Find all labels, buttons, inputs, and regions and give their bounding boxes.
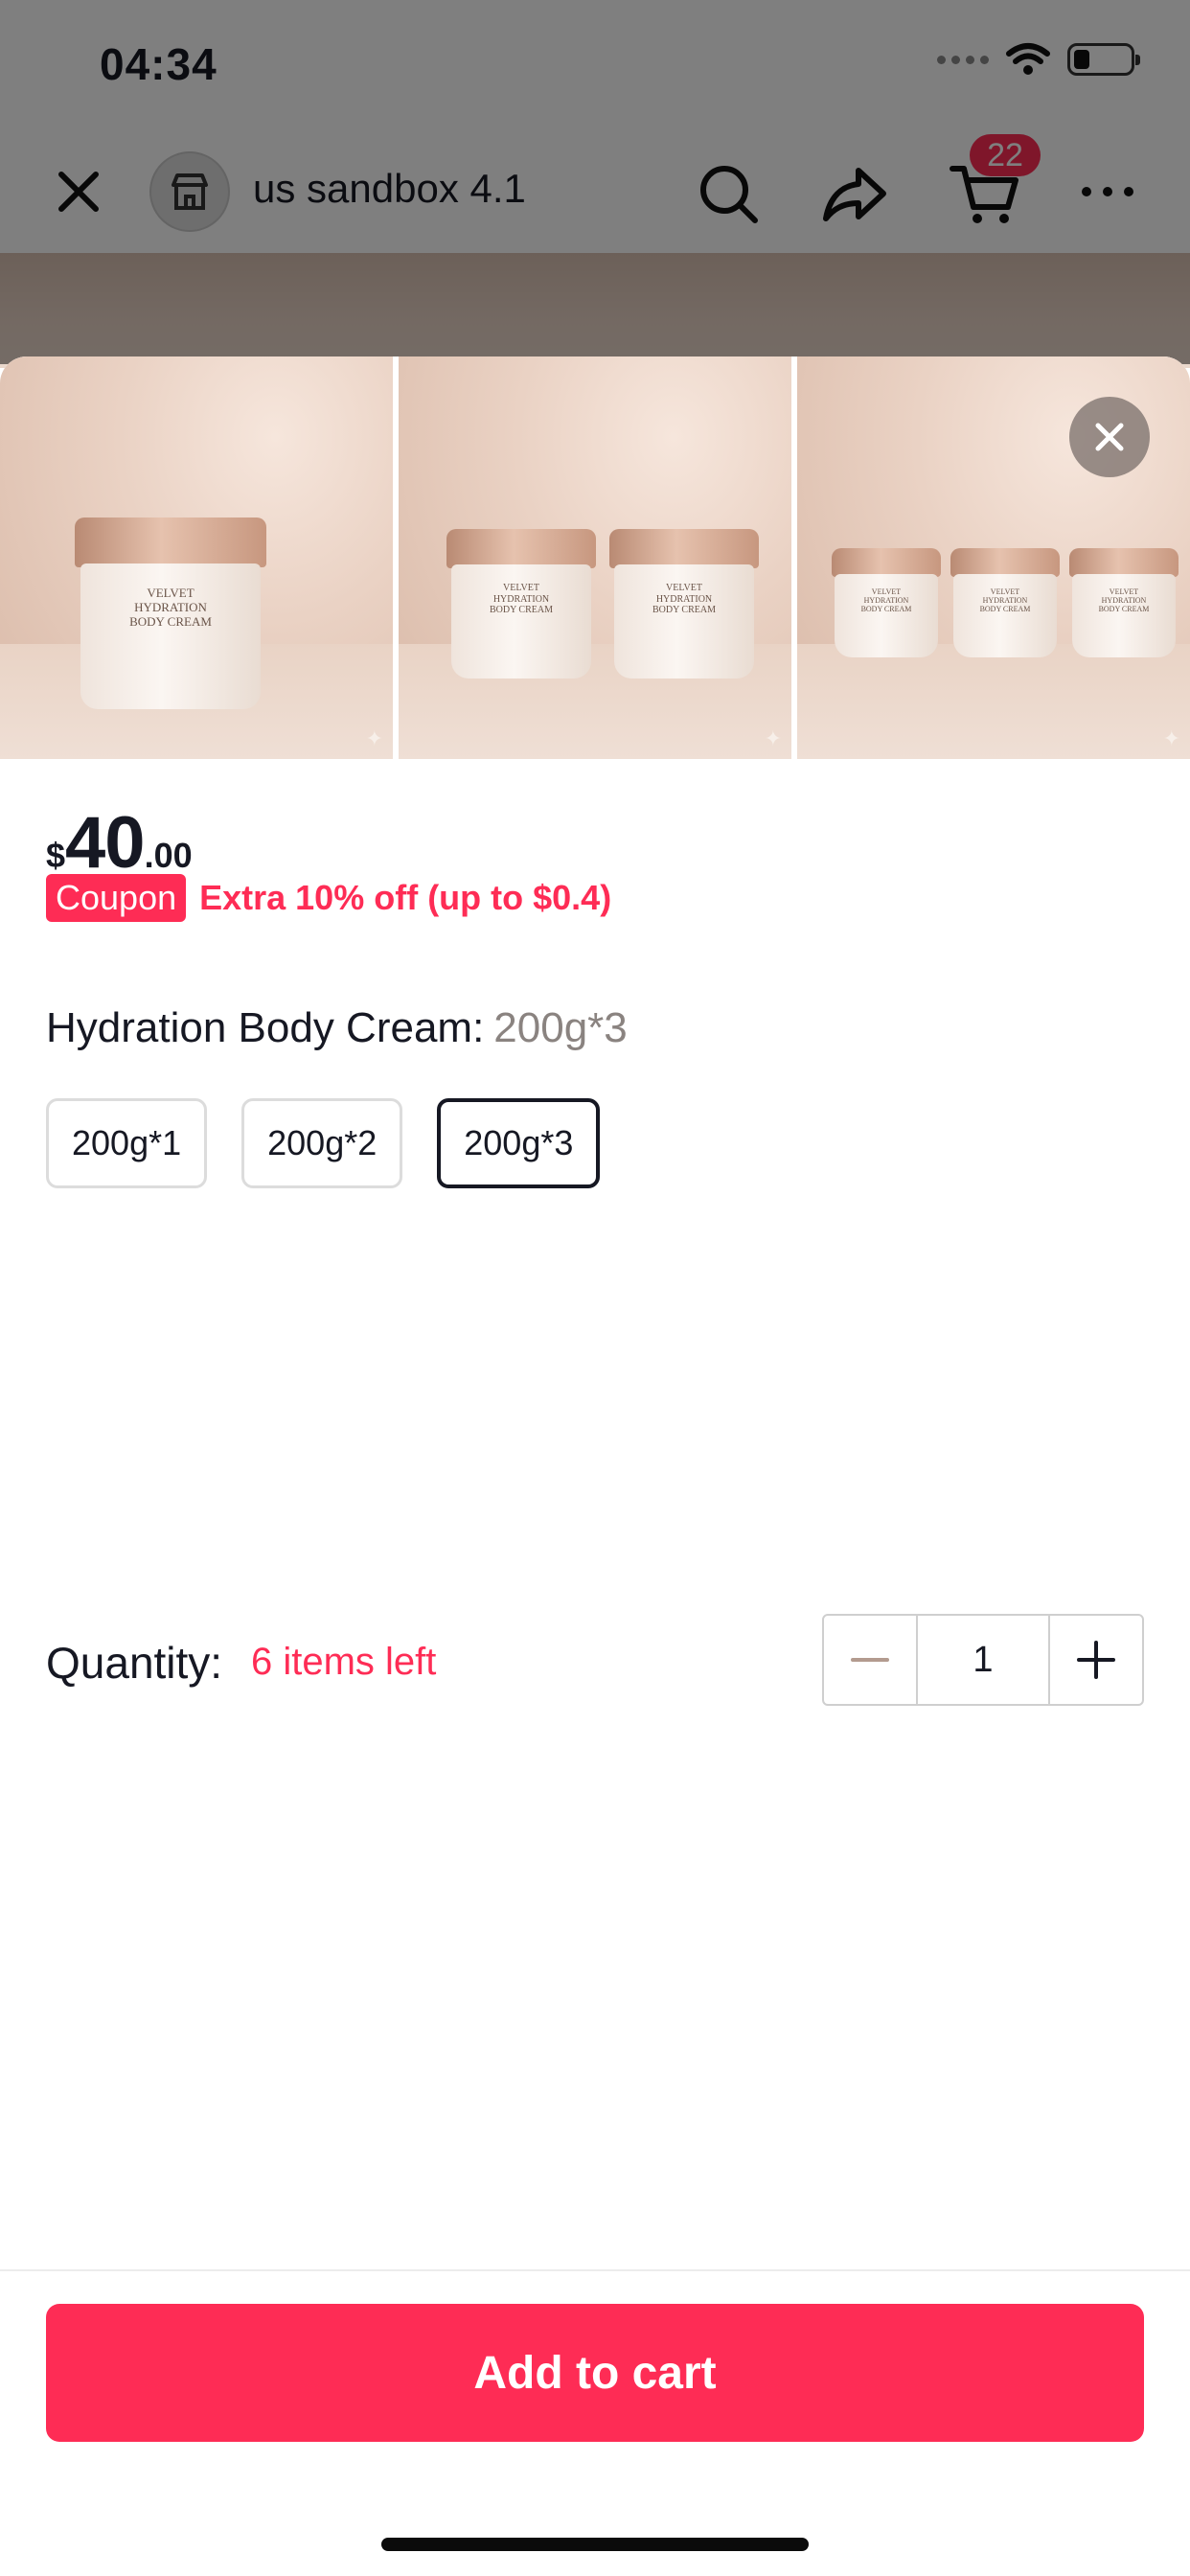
quantity-value[interactable]: 1 [916, 1616, 1050, 1704]
sku-selection-sheet: VELVET HYDRATION BODY CREAM ✦ VELVET HYD… [0, 356, 1190, 2576]
sparkle-icon: ✦ [1162, 726, 1180, 750]
dim-overlay[interactable] [0, 0, 1190, 364]
variant-selected-value: 200g*3 [493, 1004, 628, 1051]
minus-icon [851, 1658, 889, 1662]
coupon-text: Extra 10% off (up to $0.4) [199, 878, 612, 917]
sparkle-icon: ✦ [365, 726, 383, 750]
variant-label: Hydration Body Cream: [46, 1004, 485, 1051]
variant-option-200g-3[interactable]: 200g*3 [437, 1098, 601, 1188]
price: $ 40 .00 [46, 801, 193, 885]
product-image-gallery: VELVET HYDRATION BODY CREAM ✦ VELVET HYD… [0, 356, 1190, 759]
price-currency: $ [46, 836, 66, 875]
coupon-row: Coupon Extra 10% off (up to $0.4) [46, 874, 611, 922]
cream-jar-image: VELVET HYDRATION BODY CREAM [1069, 548, 1179, 657]
home-indicator[interactable] [381, 2538, 809, 2551]
price-integer: 40 [65, 802, 146, 884]
cream-jar-image: VELVET HYDRATION BODY CREAM [446, 529, 596, 678]
variant-option-200g-1[interactable]: 200g*1 [46, 1098, 208, 1188]
close-icon [1095, 423, 1124, 451]
plus-icon [1077, 1641, 1115, 1679]
variant-title: Hydration Body Cream: 200g*3 [46, 1004, 628, 1052]
sparkle-icon: ✦ [764, 726, 782, 750]
price-decimal: .00 [144, 836, 193, 875]
quantity-stepper: 1 [822, 1614, 1144, 1706]
quantity-label: Quantity: [46, 1638, 223, 1688]
product-image-single-jar[interactable]: VELVET HYDRATION BODY CREAM ✦ [0, 356, 393, 759]
decrease-quantity-button[interactable] [824, 1616, 916, 1704]
close-sheet-button[interactable] [1069, 397, 1150, 477]
stock-note: 6 items left [251, 1641, 437, 1683]
variant-options: 200g*1 200g*2 200g*3 [46, 1098, 601, 1188]
cream-jar-image: VELVET HYDRATION BODY CREAM [832, 548, 941, 657]
add-to-cart-button[interactable]: Add to cart [46, 2304, 1144, 2442]
increase-quantity-button[interactable] [1050, 1616, 1142, 1704]
coupon-tag: Coupon [46, 874, 187, 922]
cream-jar-image: VELVET HYDRATION BODY CREAM [609, 529, 759, 678]
cream-jar-image: VELVET HYDRATION BODY CREAM [75, 518, 266, 709]
bottom-divider [0, 2269, 1190, 2271]
product-image-two-jars[interactable]: VELVET HYDRATION BODY CREAM VELVET HYDRA… [399, 356, 791, 759]
cream-jar-image: VELVET HYDRATION BODY CREAM [950, 548, 1060, 657]
variant-option-200g-2[interactable]: 200g*2 [241, 1098, 403, 1188]
